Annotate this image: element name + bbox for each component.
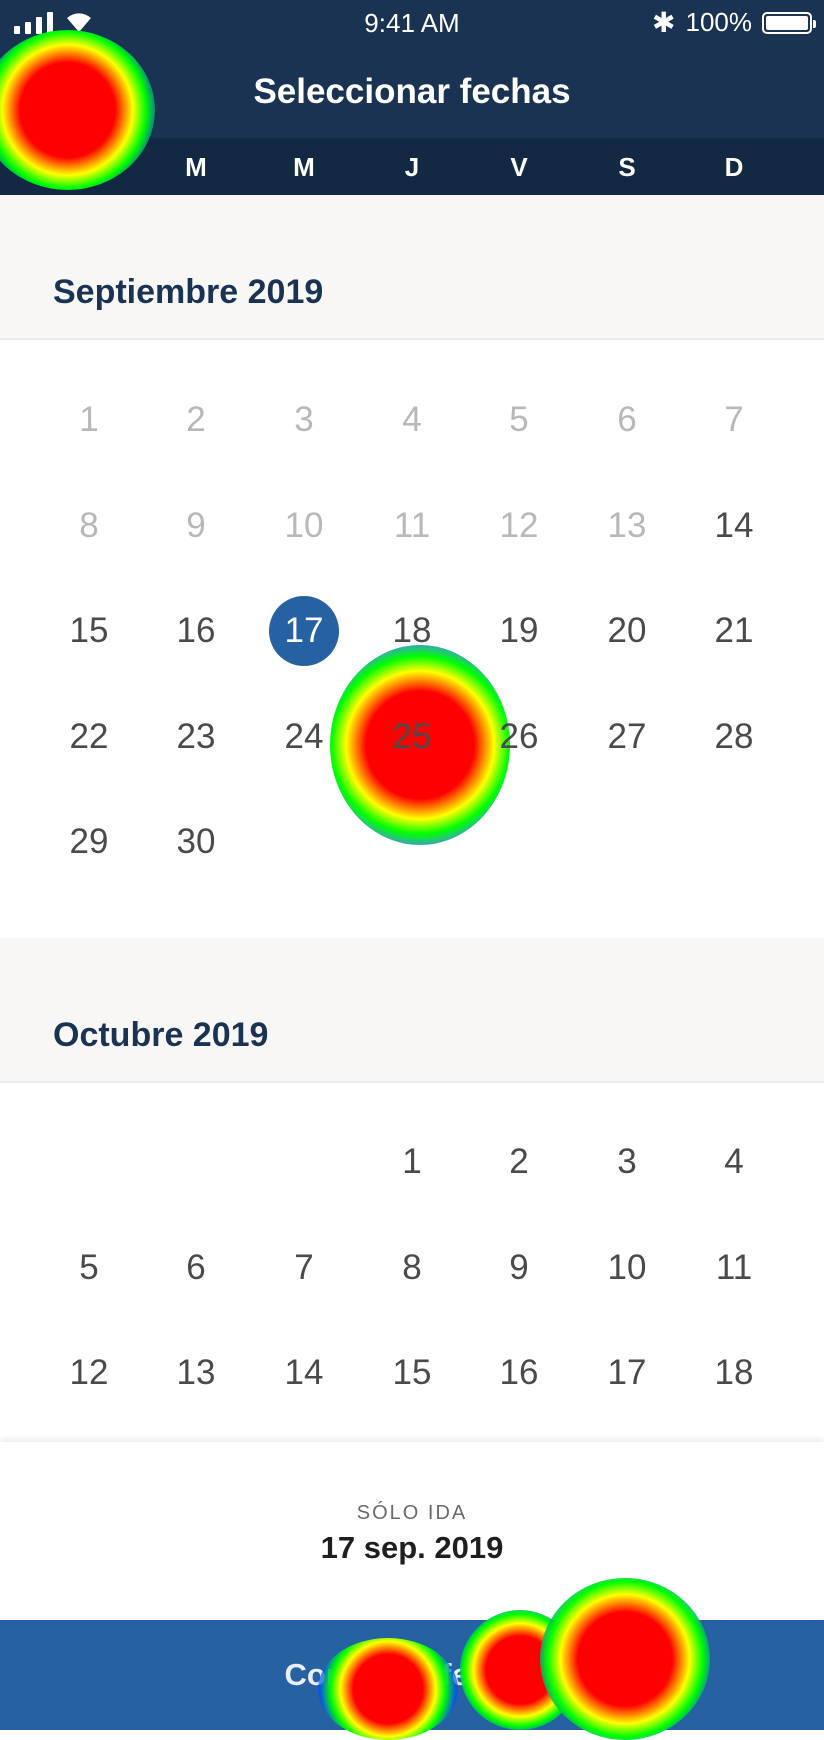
- day-cell: 4: [402, 400, 422, 439]
- day-cell[interactable]: 26: [481, 699, 557, 775]
- day-cell: 12: [499, 505, 539, 545]
- day-cell[interactable]: 14: [696, 488, 772, 564]
- status-right: ✱ 100%: [652, 6, 816, 39]
- month-title: Septiembre 2019: [53, 273, 324, 311]
- day-cell[interactable]: 14: [266, 1335, 342, 1411]
- day-cell[interactable]: 18: [696, 1335, 772, 1411]
- day-cell[interactable]: 8: [374, 1230, 450, 1306]
- selected-date: 17 sep. 2019: [320, 1530, 504, 1565]
- bluetooth-icon: ✱: [652, 7, 676, 38]
- day-cell: 6: [617, 400, 637, 439]
- day-cell[interactable]: 9: [481, 1230, 557, 1306]
- weekday-wed: M: [293, 152, 315, 182]
- day-cell[interactable]: 5: [51, 1230, 127, 1306]
- day-cell[interactable]: 19: [481, 593, 557, 669]
- day-cell[interactable]: 15: [374, 1335, 450, 1411]
- day-cell[interactable]: 25: [374, 699, 450, 775]
- weekday-thu: J: [404, 152, 420, 182]
- day-cell[interactable]: 15: [51, 593, 127, 669]
- weekday-tue: M: [185, 152, 207, 182]
- day-cell: 10: [284, 505, 324, 545]
- day-cell[interactable]: 30: [158, 804, 234, 880]
- day-cell: 3: [294, 400, 314, 439]
- day-cell: 2: [186, 400, 206, 439]
- weekday-sat: S: [618, 152, 636, 182]
- day-cell[interactable]: 23: [158, 699, 234, 775]
- day-cell[interactable]: 17: [589, 1335, 665, 1411]
- weekday-mon: L: [81, 152, 97, 182]
- day-cell[interactable]: 6: [158, 1230, 234, 1306]
- day-cell[interactable]: 11: [696, 1230, 772, 1306]
- status-bar: 9:41 AM ✱ 100%: [0, 0, 824, 44]
- day-cell[interactable]: 13: [158, 1335, 234, 1411]
- day-cell[interactable]: 29: [51, 804, 127, 880]
- day-cell: 7: [724, 400, 744, 439]
- page-title: Seleccionar fechas: [253, 72, 571, 111]
- day-cell[interactable]: 4: [696, 1124, 772, 1200]
- day-cell[interactable]: 24: [266, 699, 342, 775]
- battery-percent: 100%: [685, 7, 753, 37]
- day-cell[interactable]: 3: [589, 1124, 665, 1200]
- day-cell[interactable]: 1: [374, 1124, 450, 1200]
- day-cell: 1: [79, 400, 99, 439]
- day-cell[interactable]: 28: [696, 699, 772, 775]
- day-cell[interactable]: 27: [589, 699, 665, 775]
- day-cell[interactable]: 7: [266, 1230, 342, 1306]
- weekday-fri: V: [510, 152, 528, 182]
- day-cell: 9: [186, 505, 206, 545]
- confirm-dates-button[interactable]: Confirmar fechas: [0, 1620, 824, 1730]
- header: 9:41 AM ✱ 100% Seleccionar fechas L M M …: [0, 0, 824, 195]
- weekday-sun: D: [724, 152, 744, 182]
- day-cell: 5: [509, 400, 529, 439]
- battery-icon: [762, 11, 816, 34]
- day-cell[interactable]: 10: [589, 1230, 665, 1306]
- day-cell: 11: [393, 505, 431, 545]
- day-cell-selected[interactable]: 17: [269, 596, 339, 666]
- day-cell[interactable]: 18: [374, 593, 450, 669]
- day-cell[interactable]: 20: [589, 593, 665, 669]
- month-title: Octubre 2019: [53, 1016, 269, 1054]
- weekday-row: L M M J V S D: [0, 138, 824, 195]
- month-header: Septiembre 2019: [0, 195, 824, 340]
- trip-type-label: SÓLO IDA: [356, 1502, 468, 1524]
- day-cell: 13: [607, 505, 647, 545]
- day-cell[interactable]: 16: [481, 1335, 557, 1411]
- day-cell[interactable]: 16: [158, 593, 234, 669]
- day-cell[interactable]: 21: [696, 593, 772, 669]
- selection-summary: SÓLO IDA 17 sep. 2019: [0, 1442, 824, 1620]
- month-header: Octubre 2019: [0, 938, 824, 1083]
- day-cell[interactable]: 22: [51, 699, 127, 775]
- day-cell[interactable]: 12: [51, 1335, 127, 1411]
- day-cell: 8: [79, 505, 99, 545]
- day-cell[interactable]: 2: [481, 1124, 557, 1200]
